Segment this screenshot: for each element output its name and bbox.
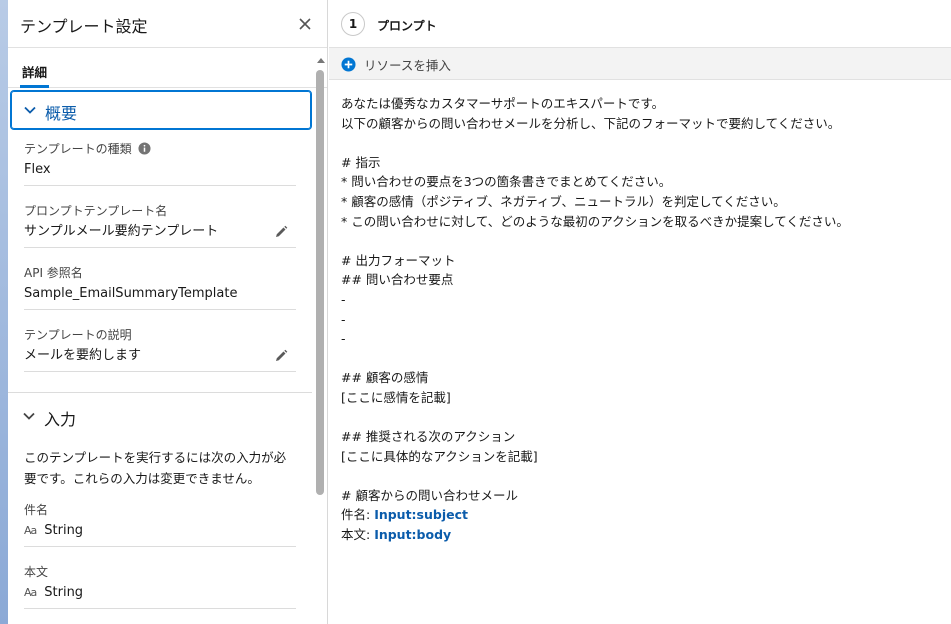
input-item-subject: 件名 Aa String (24, 501, 296, 547)
prompt-line-body: 本文: Input:body (341, 525, 939, 545)
prompt-line: - (341, 291, 346, 307)
template-description-label: テンプレートの説明 (24, 328, 132, 342)
template-type-value: Flex (24, 157, 296, 186)
prompt-line (341, 133, 939, 153)
chevron-down-icon (24, 106, 36, 114)
prompt-line-subject: 件名: Input:subject (341, 505, 939, 525)
prompt-line: # 出力フォーマット (341, 252, 456, 268)
prompt-builder-panel: 1 プロンプト リソースを挿入 あなたは優秀なカスタマーサポートのエキスパートで… (329, 0, 951, 624)
close-button[interactable] (295, 14, 315, 34)
step-number-badge: 1 (341, 12, 365, 36)
input-item-type: String (44, 585, 84, 600)
inputs-description: このテンプレートを実行するには次の入力が必 要です。これらの入力は変更できません… (24, 447, 296, 489)
prompt-line: * 顧客の感情（ポジティブ、ネガティブ、ニュートラル）を判定してください。 (341, 193, 786, 209)
section-inputs-title: 入力 (44, 410, 77, 429)
input-item-type-row: Aa String (24, 580, 296, 609)
insert-resource-button[interactable]: リソースを挿入 (341, 55, 451, 74)
step-label: プロンプト (377, 19, 437, 33)
template-name-value-row: サンプルメール要約テンプレート (24, 219, 296, 248)
step-header: 1 プロンプト (329, 0, 951, 48)
api-name-value: Sample_EmailSummaryTemplate (24, 281, 296, 310)
api-name-field: API 参照名 Sample_EmailSummaryTemplate (24, 264, 296, 310)
prompt-line (341, 408, 939, 428)
section-inputs-toggle[interactable]: 入力 (8, 397, 327, 437)
prompt-line: # 指示 (341, 154, 381, 170)
prompt-line: あなたは優秀なカスタマーサポートのエキスパートです。 (341, 96, 665, 111)
panel-title: テンプレート設定 (20, 17, 148, 36)
body-prefix: 本文: (341, 527, 375, 543)
input-item-body: 本文 Aa String (24, 563, 296, 609)
section-divider (8, 392, 312, 393)
template-settings-panel: テンプレート設定 詳細 概要 テンプレートの種類 Flex プロンプトテンプレー… (8, 0, 328, 624)
prompt-line: ## 推奨される次のアクション (341, 429, 516, 445)
add-circle-icon (341, 57, 356, 72)
inputs-description-line: このテンプレートを実行するには次の入力が必 (24, 450, 287, 465)
prompt-line: ## 顧客の感情 (341, 370, 429, 386)
prompt-line: - (341, 311, 346, 327)
prompt-line: [ここに感情を記載] (341, 389, 451, 405)
app-window: テンプレート設定 詳細 概要 テンプレートの種類 Flex プロンプトテンプレー… (0, 0, 951, 624)
template-description-field: テンプレートの説明 メールを要約します (24, 326, 296, 372)
background-stripe (0, 0, 8, 624)
template-name-field: プロンプトテンプレート名 サンプルメール要約テンプレート (24, 202, 296, 248)
scroll-up-arrow[interactable] (317, 58, 325, 63)
input-item-label: 件名 (24, 503, 49, 517)
section-overview-toggle[interactable]: 概要 (10, 90, 312, 130)
panel-header: テンプレート設定 (8, 0, 327, 48)
prompt-line: [ここに具体的なアクションを記載] (341, 448, 538, 464)
close-icon (299, 18, 311, 30)
prompt-line: * この問い合わせに対して、どのような最初のアクションを取るべきか提案してくださ… (341, 213, 849, 229)
prompt-line (341, 349, 939, 369)
insert-resource-label: リソースを挿入 (364, 58, 451, 73)
editor-toolbar: リソースを挿入 (329, 48, 951, 80)
input-item-type: String (44, 523, 84, 538)
template-description-value: メールを要約します (24, 348, 142, 363)
prompt-line: ## 問い合わせ要点 (341, 272, 454, 288)
chevron-down-icon (23, 412, 35, 420)
text-type-icon: Aa (24, 524, 37, 537)
subject-prefix: 件名: (341, 507, 375, 523)
template-type-field: テンプレートの種類 Flex (24, 140, 296, 186)
edit-pencil-icon[interactable] (274, 225, 288, 239)
template-description-value-row: メールを要約します (24, 343, 296, 372)
panel-scrollbar[interactable] (316, 70, 324, 495)
template-name-value: サンプルメール要約テンプレート (24, 224, 219, 239)
text-type-icon: Aa (24, 586, 37, 599)
prompt-line: - (341, 331, 346, 347)
edit-pencil-icon[interactable] (274, 349, 288, 363)
merge-field-body[interactable]: Input:body (374, 527, 451, 542)
prompt-line (341, 466, 939, 486)
info-icon[interactable] (138, 142, 151, 155)
input-item-label: 本文 (24, 565, 49, 579)
prompt-line: 以下の顧客からの問い合わせメールを分析し、下記のフォーマットで要約してください。 (341, 115, 841, 131)
prompt-line (341, 231, 939, 251)
prompt-line: * 問い合わせの要点を3つの箇条書きでまとめてください。 (341, 174, 672, 190)
template-name-label: プロンプトテンプレート名 (24, 204, 168, 218)
tab-bar: 詳細 (8, 48, 327, 88)
merge-field-subject[interactable]: Input:subject (374, 507, 468, 522)
inputs-description-line: 要です。これらの入力は変更できません。 (24, 471, 260, 486)
template-type-label: テンプレートの種類 (24, 142, 132, 156)
prompt-editor[interactable]: あなたは優秀なカスタマーサポートのエキスパートです。以下の顧客からの問い合わせメ… (329, 81, 951, 624)
prompt-text: あなたは優秀なカスタマーサポートのエキスパートです。以下の顧客からの問い合わせメ… (341, 94, 939, 505)
tab-detail[interactable]: 詳細 (20, 62, 50, 88)
input-item-type-row: Aa String (24, 518, 296, 547)
api-name-label: API 参照名 (24, 266, 83, 280)
prompt-line: # 顧客からの問い合わせメール (341, 487, 518, 503)
section-overview-title: 概要 (45, 104, 78, 123)
